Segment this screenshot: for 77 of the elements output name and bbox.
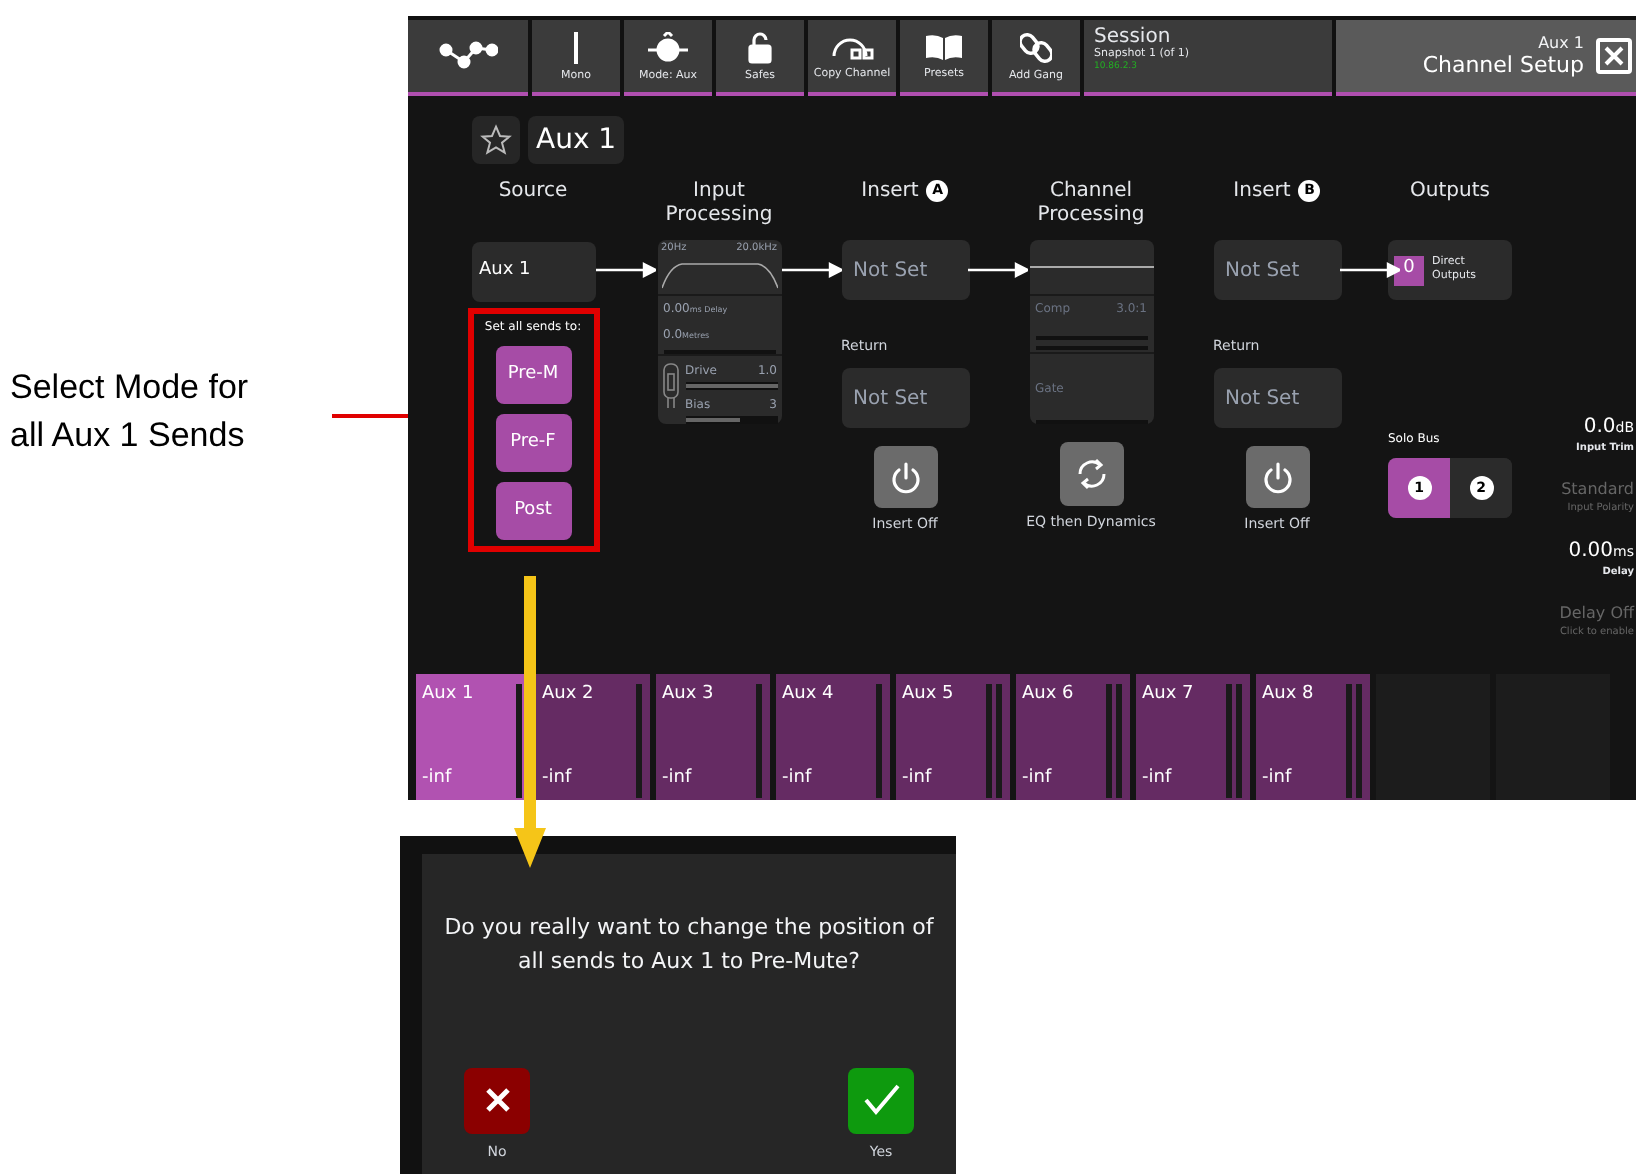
panel-title: Channel Setup: [1422, 52, 1584, 78]
aux-strip[interactable]: Aux 6 -inf: [1016, 674, 1130, 800]
padlock-icon: [748, 31, 772, 63]
slider-track[interactable]: [685, 416, 777, 424]
insert-send-selector[interactable]: Not Set: [1213, 240, 1341, 300]
aux-level: -inf: [662, 765, 694, 791]
aux-name: Aux 4: [782, 682, 836, 708]
power-icon: [1261, 461, 1293, 493]
cycle-icon: [1073, 456, 1109, 492]
arrow-icon: [1340, 262, 1400, 278]
arrow-icon: [595, 262, 655, 278]
section-title: Input Processing: [663, 180, 775, 228]
insert-power-button[interactable]: [1245, 446, 1309, 508]
aux-strip[interactable]: Aux 2 -inf: [536, 674, 650, 800]
star-icon: [480, 124, 512, 156]
aux-strip[interactable]: Aux 5 -inf: [896, 674, 1010, 800]
reading-value: Delay Off: [1559, 601, 1634, 625]
aux-level: -inf: [1262, 765, 1294, 791]
close-icon: [1604, 46, 1624, 66]
aux-strip[interactable]: Aux 1 -inf: [416, 674, 530, 800]
tube-icon: [661, 362, 679, 410]
chain-link-icon: [1020, 31, 1052, 63]
bar-icon: [572, 31, 580, 63]
aux-strip[interactable]: Aux 4 -inf: [776, 674, 890, 800]
favourite-button[interactable]: [472, 116, 520, 164]
aux-name: Aux 8: [1262, 682, 1316, 708]
routing-button[interactable]: [408, 20, 528, 96]
book-icon: [924, 33, 964, 61]
section-title: Source: [496, 180, 570, 204]
section-title: Insert: [861, 180, 919, 204]
aux-strip[interactable]: Aux 3 -inf: [656, 674, 770, 800]
send-position-button[interactable]: Post: [495, 481, 571, 540]
session-title: Session: [1094, 26, 1171, 48]
aux-level: -inf: [1142, 765, 1174, 791]
insert-power-button[interactable]: [873, 446, 937, 508]
aux-level: -inf: [542, 765, 574, 791]
annotation-text: Select Mode for all Aux 1 Sends: [10, 366, 251, 458]
close-icon: [485, 1088, 509, 1112]
aux-name: Aux 5: [902, 682, 956, 708]
send-position-button[interactable]: Pre-F: [495, 413, 571, 472]
power-icon: [889, 461, 921, 493]
insert-return-selector[interactable]: Not Set: [841, 368, 969, 428]
arc-squares-icon: [830, 33, 874, 61]
reading-value: Standard: [1561, 477, 1634, 501]
insert-send-selector[interactable]: Not Set: [841, 240, 969, 300]
section-title: Channel Processing: [1035, 180, 1147, 228]
checkmark-icon: [863, 1084, 899, 1116]
no-button[interactable]: [464, 1067, 530, 1133]
send-position-button[interactable]: Pre-M: [495, 345, 571, 404]
channel-title: Aux 1: [528, 116, 625, 164]
aux-name: Aux 2: [542, 682, 596, 708]
arrow-icon: [781, 262, 841, 278]
filter-curve: [661, 257, 777, 289]
arrow-icon: [968, 262, 1028, 278]
aux-level: -inf: [422, 765, 454, 791]
reading-value: 0.0: [1583, 414, 1616, 442]
aux-name: Aux 7: [1142, 682, 1196, 708]
aux-level: -inf: [782, 765, 814, 791]
output-count: 0: [1394, 255, 1424, 285]
reading-value: 0.00: [1568, 538, 1614, 566]
nodes-icon: [438, 40, 498, 72]
aux-strip[interactable]: Aux 7 -inf: [1136, 674, 1250, 800]
close-button[interactable]: [1596, 38, 1632, 74]
aux-strip[interactable]: Aux 8 -inf: [1256, 674, 1370, 800]
processing-order-button[interactable]: [1059, 442, 1123, 506]
aux-level: -inf: [902, 765, 934, 791]
aux-name: Aux 1: [422, 682, 476, 708]
dialog-message: Do you really want to change the position of all sends to Aux 1 to Pre-Mute?: [442, 912, 936, 978]
aux-name: Aux 3: [662, 682, 716, 708]
channel-name: Aux 1: [1538, 34, 1584, 52]
aux-level: -inf: [1022, 765, 1054, 791]
section-title: Insert: [1233, 180, 1291, 204]
insert-return-selector[interactable]: Not Set: [1213, 368, 1341, 428]
section-title: Outputs: [1408, 180, 1492, 204]
yes-button[interactable]: [848, 1067, 914, 1133]
source-selector[interactable]: Aux 1: [471, 241, 595, 302]
aux-name: Aux 6: [1022, 682, 1076, 708]
